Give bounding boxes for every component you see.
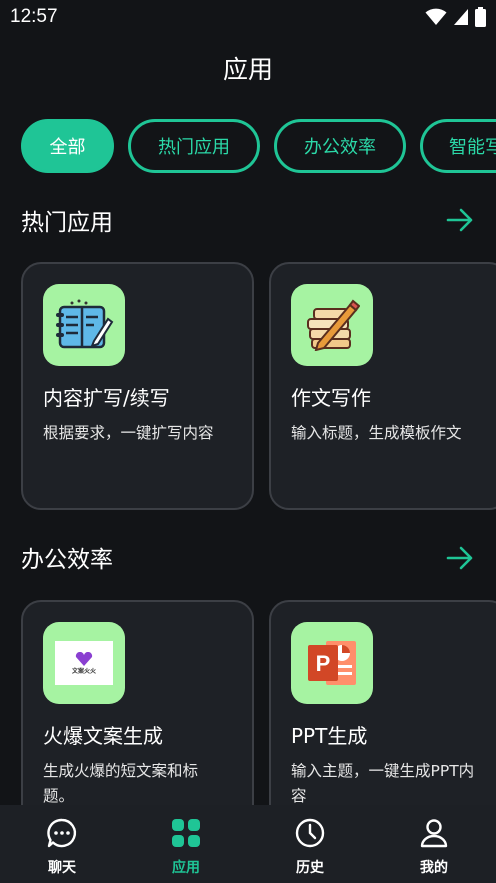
- app-card-name: 内容扩写/续写: [43, 386, 170, 410]
- powerpoint-letter: P: [316, 651, 331, 676]
- app-card-desc: 根据要求，一键扩写内容: [43, 424, 214, 442]
- tab-all[interactable]: 全部: [21, 119, 114, 173]
- app-card-content-expand[interactable]: 内容扩写/续写 根据要求，一键扩写内容: [21, 262, 254, 510]
- tab-office-efficiency[interactable]: 办公效率: [274, 119, 406, 173]
- status-bar: 12:57: [0, 0, 496, 34]
- app-card-name: 火爆文案生成: [43, 724, 163, 748]
- nav-item-chat[interactable]: 聊天: [0, 805, 124, 883]
- clock-icon: [295, 818, 325, 848]
- app-card-desc: 生成火爆的短文案和标题。: [43, 762, 199, 805]
- nav-label: 历史: [296, 860, 324, 876]
- nav-label: 聊天: [48, 860, 76, 876]
- nav-label: 应用: [172, 860, 200, 876]
- status-icons: [425, 7, 486, 27]
- section-title-hot: 热门应用: [21, 210, 113, 236]
- nav-label: 我的: [420, 860, 448, 876]
- powerpoint-icon: P: [291, 622, 373, 704]
- copywriting-logo-icon: 文案火火: [43, 622, 125, 704]
- app-card-desc: 输入主题，一键生成PPT内容: [291, 762, 475, 805]
- books-pencil-icon: [291, 284, 373, 366]
- person-icon: [420, 819, 448, 848]
- apps-grid-icon: [172, 819, 200, 847]
- notebook-pen-icon: [43, 284, 125, 366]
- chat-bubble-icon: [47, 818, 77, 848]
- nav-item-history[interactable]: 历史: [248, 805, 372, 883]
- category-tabs: 全部 热门应用 办公效率 智能写: [21, 119, 496, 173]
- tab-hot-apps[interactable]: 热门应用: [128, 119, 260, 173]
- page-title: 应用: [222, 55, 273, 84]
- bottom-nav: 聊天 应用 历史 我的: [0, 805, 496, 883]
- wifi-icon: [425, 8, 447, 25]
- signal-icon: [454, 9, 468, 25]
- nav-item-apps[interactable]: 应用: [124, 805, 248, 883]
- app-card-essay-writing[interactable]: 作文写作 输入标题，生成模板作文: [269, 262, 496, 510]
- arrow-right-icon[interactable]: [446, 546, 474, 570]
- battery-icon: [475, 7, 486, 27]
- app-card-desc: 输入标题，生成模板作文: [291, 424, 462, 442]
- copywriting-logo-text: 文案火火: [71, 667, 96, 675]
- app-card-name: 作文写作: [291, 386, 371, 410]
- section-title-office: 办公效率: [21, 547, 113, 573]
- status-time: 12:57: [10, 6, 58, 27]
- tab-smart-writing[interactable]: 智能写: [420, 119, 496, 173]
- app-card-name: PPT生成: [291, 724, 368, 748]
- nav-item-mine[interactable]: 我的: [372, 805, 496, 883]
- arrow-right-icon[interactable]: [446, 208, 474, 232]
